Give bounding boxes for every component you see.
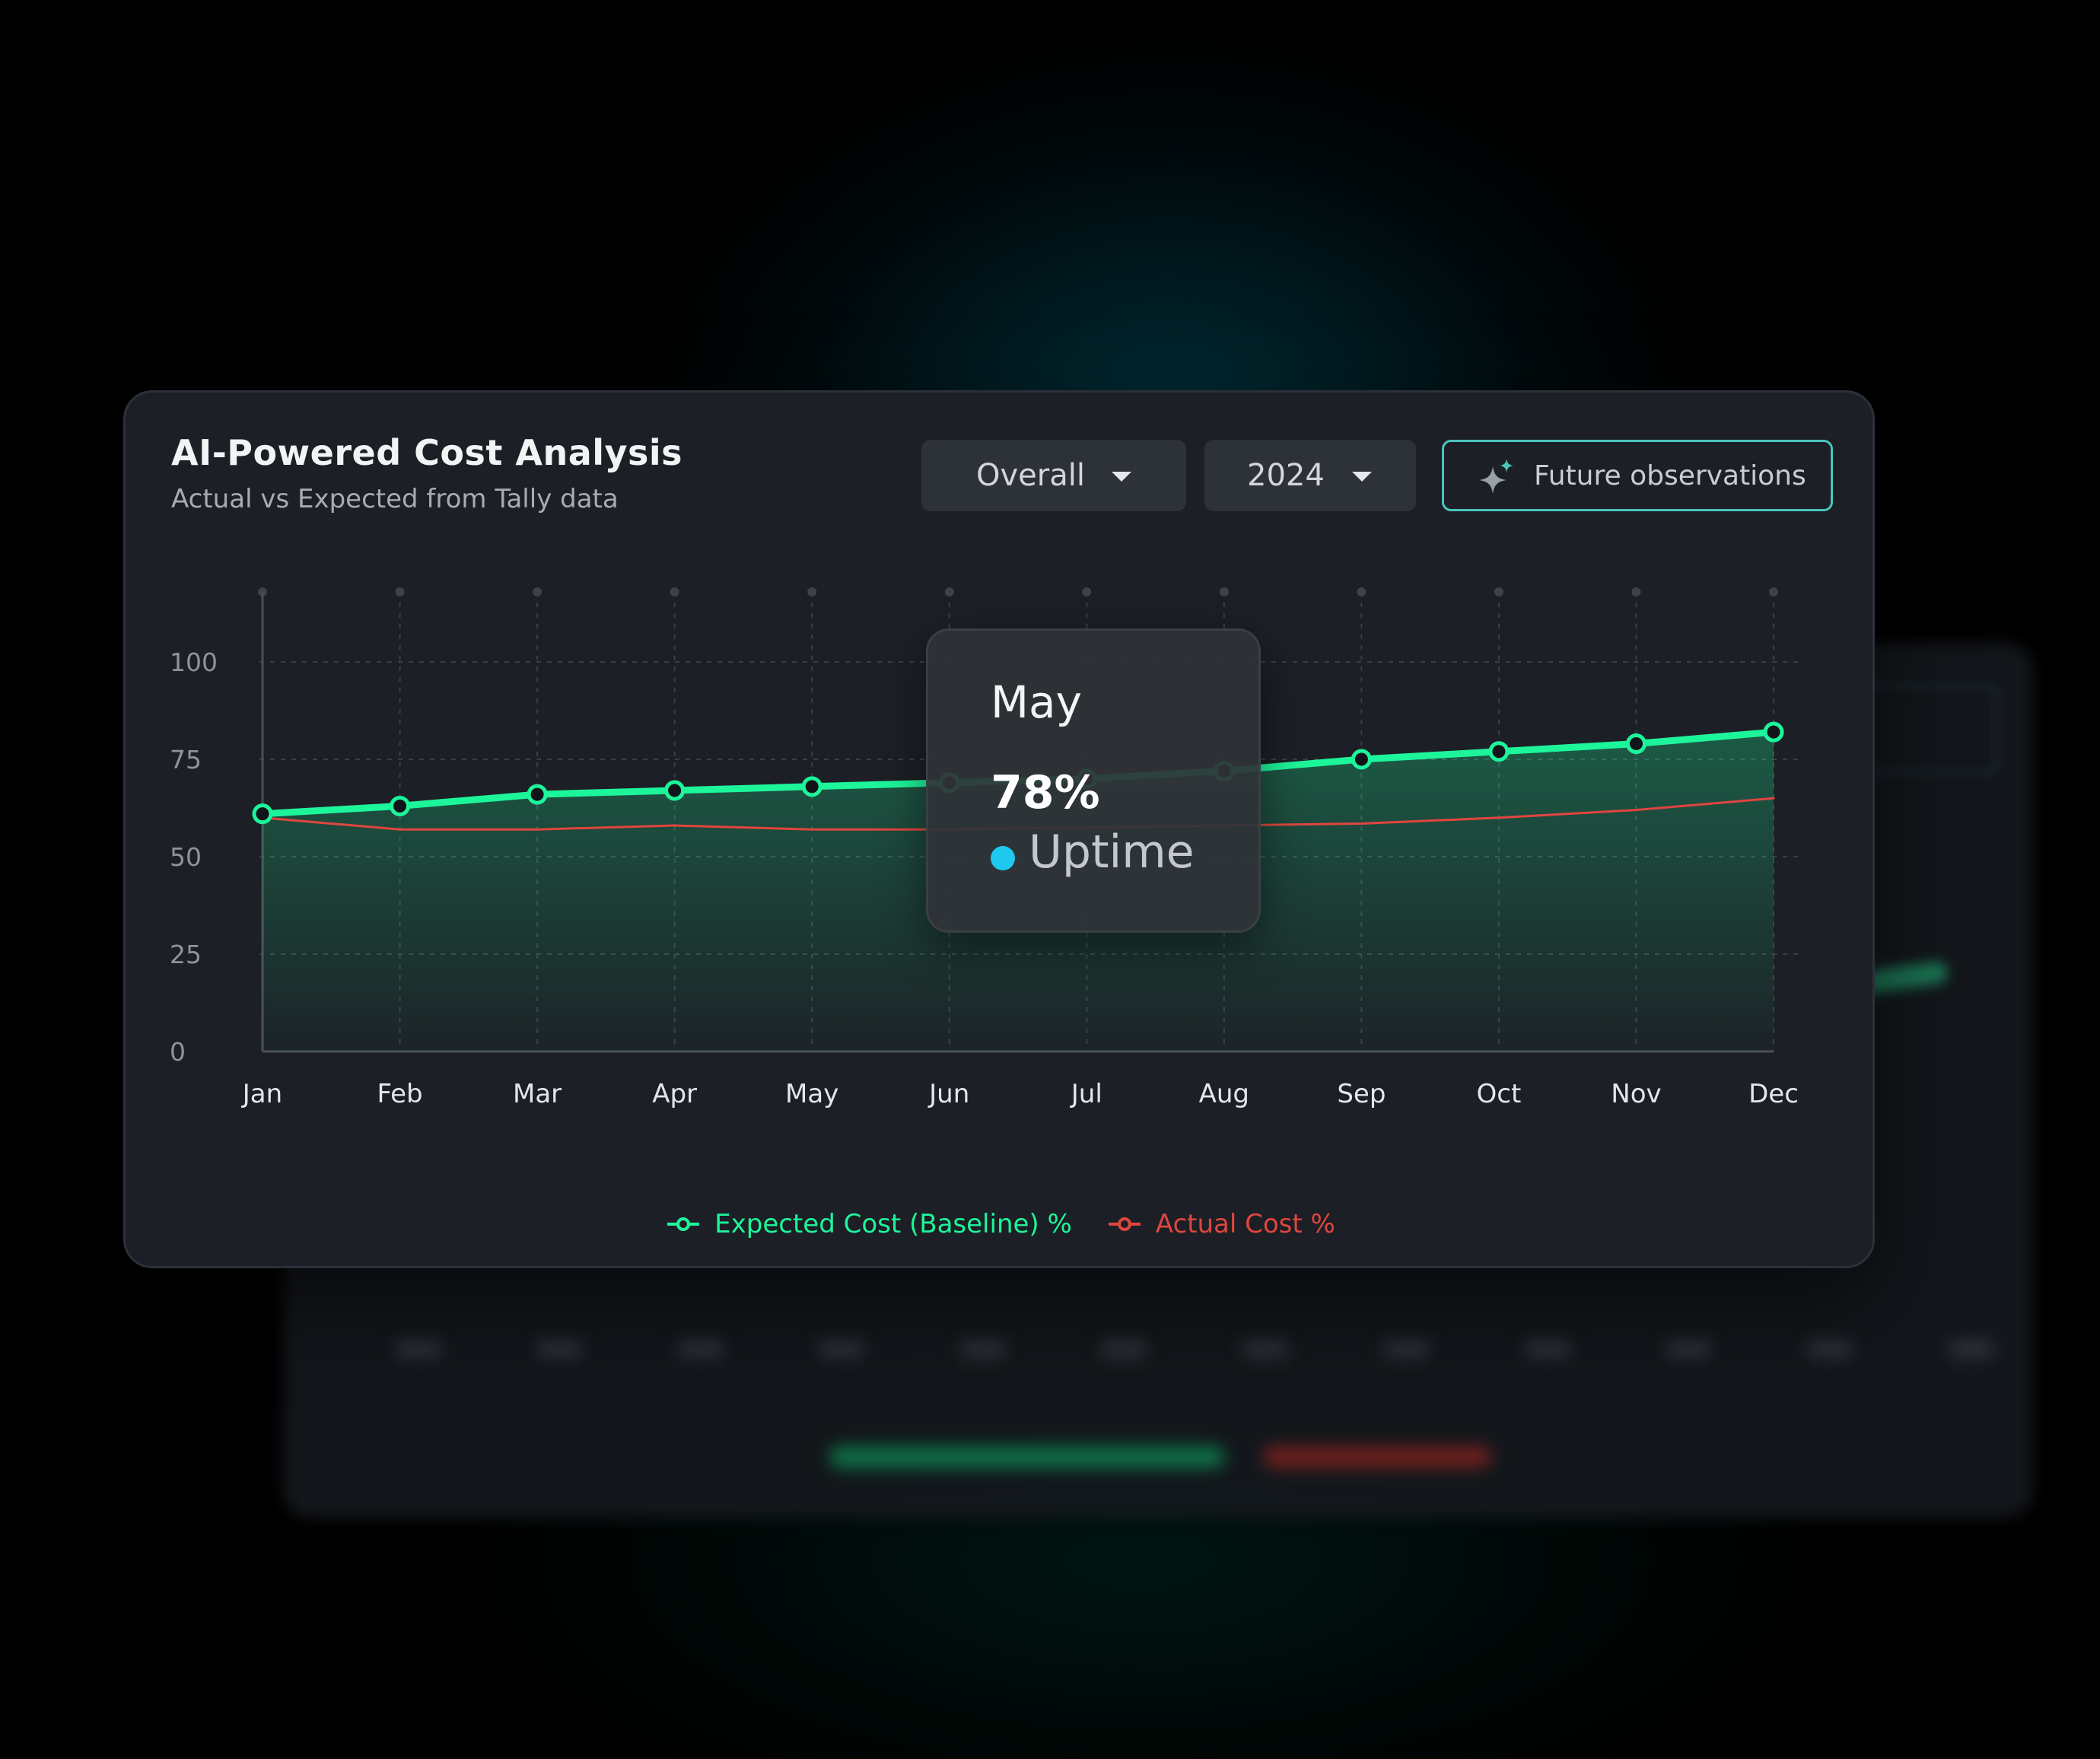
tooltip-dot — [991, 846, 1015, 870]
gridline-top-dot — [1631, 587, 1641, 596]
expected-data-point — [390, 795, 411, 816]
gridline-top-dot — [670, 587, 679, 596]
gridline-top-dot — [1494, 587, 1503, 596]
background-legend-actual — [1263, 1446, 1491, 1468]
x-tick-label: Oct — [1477, 1079, 1522, 1109]
x-tick-label: May — [785, 1079, 838, 1109]
expected-data-point — [1763, 721, 1784, 743]
expected-data-point — [801, 776, 822, 797]
background-card-axis — [396, 1339, 1993, 1362]
cost-analysis-card: AI-Powered Cost Analysis Actual vs Expec… — [123, 390, 1875, 1268]
x-tick-label: Apr — [652, 1079, 697, 1109]
expected-data-point — [1351, 749, 1372, 770]
legend-marker-actual-icon — [1108, 1217, 1141, 1231]
x-tick-label: Nov — [1611, 1079, 1661, 1109]
chart-legend: Expected Cost (Baseline) % Actual Cost % — [126, 1201, 1877, 1247]
x-tick-label: Dec — [1748, 1079, 1799, 1109]
expected-data-point — [1625, 733, 1647, 755]
x-tick-label: Mar — [513, 1079, 562, 1109]
x-tick-label: Jan — [241, 1079, 282, 1109]
tooltip-value: 78% — [991, 766, 1100, 819]
x-tick-label: Sep — [1337, 1079, 1386, 1109]
tooltip-month: May — [991, 676, 1082, 728]
y-tick-label: 25 — [170, 940, 202, 969]
legend-item-actual[interactable]: Actual Cost % — [1108, 1209, 1335, 1239]
y-tick-label: 0 — [170, 1037, 186, 1067]
gridline-top-dot — [1357, 587, 1367, 596]
x-tick-label: Jun — [928, 1079, 969, 1109]
y-tick-label: 50 — [170, 842, 202, 872]
x-tick-label: Feb — [377, 1079, 422, 1109]
expected-data-point — [1488, 741, 1510, 762]
y-tick-label: 75 — [170, 745, 202, 775]
legend-marker-expected-icon — [667, 1217, 700, 1231]
gridline-top-dot — [1769, 587, 1778, 596]
legend-label-actual: Actual Cost % — [1155, 1209, 1335, 1239]
x-tick-label: Jul — [1070, 1079, 1102, 1109]
gridline-top-dot — [944, 587, 954, 596]
gridline-top-dot — [1082, 587, 1092, 596]
chart-tooltip: May 78% Uptime — [926, 628, 1261, 933]
x-tick-label: Aug — [1199, 1079, 1249, 1109]
y-tick-label: 100 — [170, 647, 218, 677]
gridline-top-dot — [533, 587, 542, 596]
gridline-top-dot — [1219, 587, 1229, 596]
expected-data-point — [664, 780, 686, 801]
expected-data-point — [527, 784, 548, 805]
legend-item-expected[interactable]: Expected Cost (Baseline) % — [667, 1209, 1072, 1239]
gridline-top-dot — [395, 587, 405, 596]
gridline-top-dot — [807, 587, 817, 596]
legend-label-expected: Expected Cost (Baseline) % — [714, 1209, 1072, 1239]
tooltip-label: Uptime — [1029, 825, 1195, 879]
background-legend-expected — [829, 1446, 1225, 1468]
expected-data-point — [252, 803, 273, 825]
